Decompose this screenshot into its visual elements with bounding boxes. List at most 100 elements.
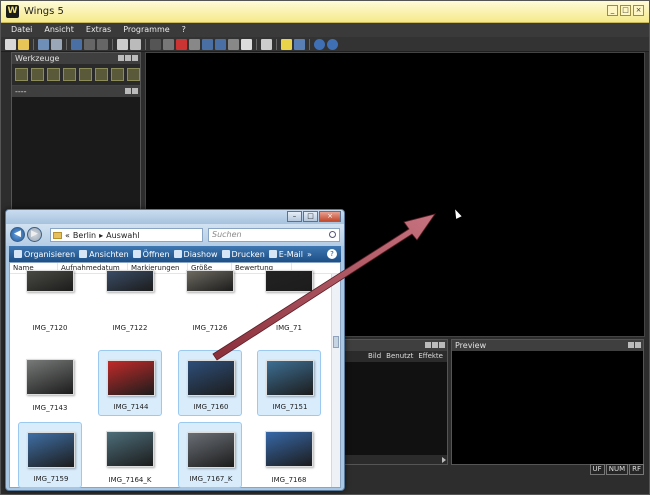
- file-thumbnail[interactable]: IMG_7144: [98, 350, 162, 416]
- file-thumbnail[interactable]: IMG_7126: [178, 270, 242, 336]
- preview-panel-header: Preview: [452, 340, 643, 351]
- menu-programme[interactable]: Programme: [117, 23, 175, 37]
- close-button[interactable]: ×: [633, 5, 644, 16]
- menu-extras[interactable]: Extras: [80, 23, 117, 37]
- file-thumbnail[interactable]: IMG_7122: [98, 270, 162, 336]
- warning-icon[interactable]: [281, 38, 292, 50]
- hand-icon[interactable]: [31, 68, 44, 81]
- file-name: IMG_7126: [192, 324, 228, 332]
- rotate-icon[interactable]: [95, 68, 108, 81]
- menu-datei[interactable]: Datei: [5, 23, 38, 37]
- open-button[interactable]: Öffnen: [132, 250, 170, 259]
- help-icon[interactable]: ?: [327, 249, 337, 259]
- panel-close-icon[interactable]: [635, 342, 641, 348]
- file-name: IMG_7167_K: [189, 475, 233, 483]
- horizontal-scrollbar[interactable]: [344, 455, 447, 464]
- panel-float-icon[interactable]: [132, 88, 138, 94]
- maximize-button[interactable]: □: [620, 5, 631, 16]
- file-thumbnail[interactable]: IMG_7167_K: [178, 422, 242, 488]
- minimize-button[interactable]: _: [607, 5, 618, 16]
- wings-titlebar[interactable]: W Wings 5 _ □ ×: [1, 1, 649, 23]
- text-icon[interactable]: [130, 38, 141, 50]
- scrollbar-thumb[interactable]: [333, 336, 339, 348]
- search-icon[interactable]: [329, 231, 336, 238]
- breadcrumb-auswahl[interactable]: Auswahl: [106, 231, 139, 240]
- email-button[interactable]: E-Mail: [268, 250, 303, 259]
- help-icon[interactable]: [314, 38, 325, 50]
- file-thumbnail[interactable]: IMG_7160: [178, 350, 242, 416]
- menu-ansicht[interactable]: Ansicht: [38, 23, 80, 37]
- file-thumbnail[interactable]: IMG_71: [257, 270, 321, 336]
- cut-icon[interactable]: [97, 38, 108, 50]
- select-icon[interactable]: [15, 68, 28, 81]
- panel-float-icon[interactable]: [125, 55, 131, 61]
- search-input[interactable]: Suchen: [208, 228, 340, 242]
- about-icon[interactable]: [327, 38, 338, 50]
- panel-close-icon[interactable]: [132, 55, 138, 61]
- grid-icon[interactable]: [163, 38, 174, 50]
- column-benutzt[interactable]: Benutzt: [386, 351, 413, 362]
- breadcrumb-separator: ▸: [99, 230, 104, 240]
- search-placeholder: Suchen: [212, 230, 242, 239]
- undo-icon[interactable]: [71, 38, 82, 50]
- column-bild[interactable]: Bild: [368, 351, 381, 362]
- panel-float-icon[interactable]: [432, 342, 438, 348]
- crop-icon[interactable]: [63, 68, 76, 81]
- explorer-maximize-button[interactable]: □: [303, 211, 318, 222]
- panel-pin-icon[interactable]: [425, 342, 431, 348]
- organize-button[interactable]: Organisieren: [14, 250, 75, 259]
- breadcrumb-prefix: «: [65, 230, 70, 240]
- file-thumbnail[interactable]: IMG_7159: [18, 422, 82, 488]
- explorer-close-button[interactable]: ×: [319, 211, 341, 222]
- info-icon[interactable]: [294, 38, 305, 50]
- organize-icon: [14, 250, 22, 258]
- open-icon[interactable]: [18, 38, 29, 50]
- explorer-titlebar[interactable]: – □ ×: [6, 210, 344, 224]
- xy-icon[interactable]: [150, 38, 161, 50]
- redo-icon[interactable]: [84, 38, 95, 50]
- print-icon: [221, 250, 230, 258]
- save-icon[interactable]: [38, 38, 49, 50]
- scroll-right-icon[interactable]: [442, 457, 446, 463]
- monitor-icon[interactable]: [261, 38, 272, 50]
- status-num: NUM: [605, 464, 629, 475]
- vertical-scrollbar[interactable]: [331, 274, 340, 487]
- explorer-window: – □ × ◀ ▶ « Berlin ▸ Auswahl Suchen Orga…: [5, 209, 345, 491]
- settings-icon[interactable]: [228, 38, 239, 50]
- new-icon[interactable]: [5, 38, 16, 50]
- copy-icon[interactable]: [117, 38, 128, 50]
- film-icon[interactable]: [215, 38, 226, 50]
- print-icon[interactable]: [51, 38, 62, 50]
- file-name: IMG_7122: [112, 324, 148, 332]
- file-thumbnail[interactable]: IMG_7168: [257, 422, 321, 488]
- explorer-minimize-button[interactable]: –: [287, 211, 302, 222]
- address-bar[interactable]: « Berlin ▸ Auswahl: [50, 228, 203, 242]
- split-icon[interactable]: [127, 68, 140, 81]
- camera-icon[interactable]: [202, 38, 213, 50]
- status-bar: UF NUM RF: [589, 464, 644, 475]
- panel-pin-icon[interactable]: [125, 88, 131, 94]
- breadcrumb-berlin[interactable]: Berlin: [73, 231, 96, 240]
- more-commands-button[interactable]: »: [307, 250, 312, 259]
- zoom-icon[interactable]: [47, 68, 60, 81]
- clock-icon[interactable]: [241, 38, 252, 50]
- file-thumbnail[interactable]: IMG_7164_K: [98, 422, 162, 488]
- media-list-panel: Bild Benutzt Effekte: [343, 339, 448, 465]
- column-effekte[interactable]: Effekte: [418, 351, 443, 362]
- back-button[interactable]: ◀: [10, 227, 25, 242]
- file-thumbnail[interactable]: IMG_7151: [257, 350, 321, 416]
- views-button[interactable]: Ansichten: [79, 250, 129, 259]
- file-thumbnail[interactable]: IMG_7120: [18, 270, 82, 336]
- play-icon[interactable]: [189, 38, 200, 50]
- forward-button[interactable]: ▶: [27, 227, 42, 242]
- star-icon[interactable]: [111, 68, 124, 81]
- panel-pin-icon[interactable]: [628, 342, 634, 348]
- slideshow-button[interactable]: Diashow: [173, 250, 218, 259]
- menu-help[interactable]: ?: [176, 23, 192, 37]
- panel-pin-icon[interactable]: [118, 55, 124, 61]
- record-icon[interactable]: [176, 38, 187, 50]
- file-thumbnail[interactable]: IMG_7143: [18, 350, 82, 416]
- panel-close-icon[interactable]: [439, 342, 445, 348]
- print-button[interactable]: Drucken: [221, 250, 265, 259]
- move-icon[interactable]: [79, 68, 92, 81]
